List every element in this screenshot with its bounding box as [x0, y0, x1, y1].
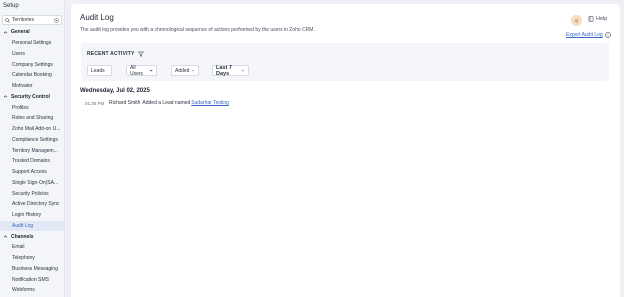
log-entry-user: Richard Smith — [109, 100, 141, 106]
search-input[interactable]: Territories — [12, 17, 54, 23]
action-value: Added — [175, 67, 190, 74]
page-title: Audit Log — [80, 13, 114, 22]
help-button[interactable]: Help — [588, 16, 607, 22]
setup-sidebar: Setup Territories General Personal Setti… — [0, 0, 65, 297]
section-general[interactable]: General — [0, 27, 64, 38]
sidebar-item-motivator[interactable]: Motivator — [0, 81, 64, 92]
chevron-down-icon — [149, 69, 153, 72]
sidebar-item-email[interactable]: Email — [0, 242, 64, 253]
section-label: Channels — [11, 233, 34, 240]
export-audit-log-link[interactable]: Export Audit Log — [566, 32, 611, 38]
chevron-up-icon — [3, 95, 8, 98]
sidebar-nav: General Personal Settings Users Company … — [0, 27, 64, 296]
sidebar-item-single-sign-on[interactable]: Single Sign-On(SA... — [0, 178, 64, 189]
sidebar-item-audit-log[interactable]: Audit Log — [0, 220, 64, 232]
export-label: Export Audit Log — [566, 32, 603, 38]
sidebar-item-notification-sms[interactable]: Notification SMS — [0, 274, 64, 285]
log-entry: 01:35 PM Richard Smith Added a Lead name… — [85, 100, 229, 106]
clear-search-icon[interactable] — [54, 17, 59, 23]
help-label: Help — [596, 16, 608, 22]
search-icon — [5, 17, 10, 23]
audit-log-panel: Audit Log The audit log provides you wit… — [71, 4, 620, 297]
chevron-down-icon — [192, 69, 195, 72]
sidebar-item-trusted-domains[interactable]: Trusted Domains — [0, 156, 64, 167]
avatar[interactable]: sj — [571, 15, 582, 26]
module-value: Leads — [91, 67, 105, 74]
action-dropdown[interactable]: Added — [171, 65, 199, 76]
page-description: The audit log provides you with a chrono… — [80, 27, 315, 33]
period-dropdown[interactable]: Last 7 Days — [212, 64, 249, 77]
sidebar-item-users[interactable]: Users — [0, 49, 64, 60]
chevron-down-icon — [106, 70, 108, 71]
log-date-heading: Wednesday, Jul 02, 2025 — [80, 88, 150, 94]
period-value: Last 7 Days — [216, 64, 232, 77]
sidebar-item-support-access[interactable]: Support Access — [0, 167, 64, 178]
log-entry-time: 01:35 PM — [85, 100, 105, 106]
chevron-down-icon — [241, 69, 245, 72]
sidebar-item-security-policies[interactable]: Security Policies — [0, 188, 64, 199]
sidebar-item-business-messaging[interactable]: Business Messaging — [0, 264, 64, 275]
setup-title: Setup — [3, 3, 19, 9]
sidebar-item-active-directory-sync[interactable]: Active Directory Sync — [0, 199, 64, 210]
recent-activity-heading: RECENT ACTIVITY — [87, 51, 144, 57]
sidebar-item-calendar-booking[interactable]: Calendar Booking — [0, 70, 64, 81]
recent-activity-label: RECENT ACTIVITY — [87, 51, 135, 57]
chevron-up-icon — [3, 235, 8, 238]
sidebar-item-roles-and-sharing[interactable]: Roles and Sharing — [0, 113, 64, 124]
sidebar-item-login-history[interactable]: Login History — [0, 210, 64, 221]
sidebar-item-compliance-settings[interactable]: Compliance Settings — [0, 135, 64, 146]
users-dropdown[interactable]: All Users — [126, 64, 157, 77]
sidebar-item-company-settings[interactable]: Company Settings — [0, 59, 64, 70]
filter-icon[interactable] — [137, 51, 144, 57]
info-icon[interactable] — [604, 32, 611, 38]
module-dropdown[interactable]: Leads — [87, 65, 112, 76]
sidebar-item-zoho-mail-addon[interactable]: Zoho Mail Add-on U... — [0, 124, 64, 135]
filters-panel: RECENT ACTIVITY Leads All Users Added La… — [81, 43, 609, 81]
section-label: General — [11, 29, 30, 36]
sidebar-item-webforms[interactable]: Webforms — [0, 285, 64, 296]
section-security-control[interactable]: Security Control — [0, 92, 64, 103]
section-label: Security Control — [11, 93, 50, 100]
log-entry-target-link[interactable]: Sudarhar Testing — [191, 100, 229, 106]
help-book-icon — [588, 16, 594, 22]
log-entry-action: Added a Lead named — [142, 100, 191, 106]
sidebar-item-telephony[interactable]: Telephony — [0, 253, 64, 264]
section-channels[interactable]: Channels — [0, 231, 64, 242]
sidebar-search[interactable]: Territories — [2, 15, 62, 25]
sidebar-item-personal-settings[interactable]: Personal Settings — [0, 38, 64, 49]
sidebar-item-territory-management[interactable]: Territory Managem... — [0, 145, 64, 156]
chevron-up-icon — [3, 31, 8, 34]
sidebar-item-profiles[interactable]: Profiles — [0, 102, 64, 113]
users-value: All Users — [130, 64, 144, 77]
